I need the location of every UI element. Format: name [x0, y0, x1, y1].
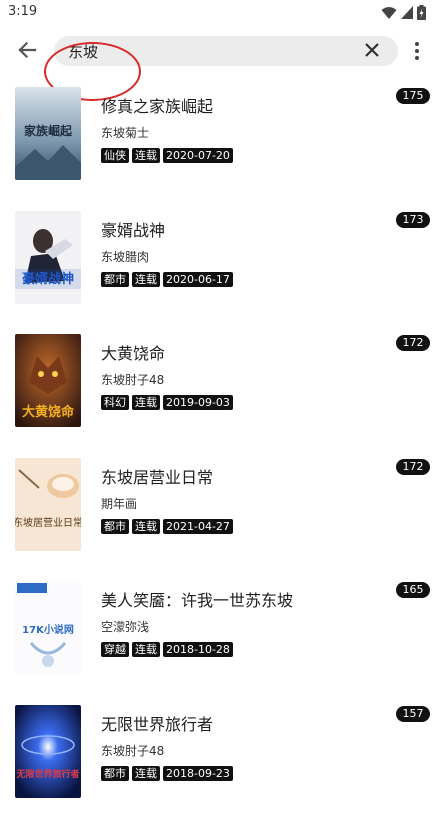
book-cover: 17K小说网 [15, 581, 81, 675]
genre-tag: 穿越 [101, 642, 129, 658]
book-tags: 科幻 连载 2019-09-03 [101, 395, 233, 411]
count-badge: 165 [396, 582, 430, 599]
more-vert-icon [415, 42, 419, 60]
book-title: 无限世界旅行者 [101, 714, 214, 734]
search-input[interactable] [68, 40, 348, 62]
count-badge: 172 [396, 458, 430, 475]
count-badge: 173 [396, 211, 430, 228]
search-bar [0, 26, 438, 101]
book-author: 东坡腊肉 [101, 249, 150, 264]
back-button[interactable] [12, 35, 42, 65]
status-tag: 连载 [132, 271, 160, 287]
genre-tag: 科幻 [101, 395, 129, 411]
date-tag: 2020-07-20 [163, 148, 233, 163]
book-cover: 家族崛起 [15, 87, 81, 180]
book-author: 空濛弥浅 [101, 620, 150, 635]
book-tags: 穿越 连载 2018-10-28 [101, 642, 233, 658]
book-title: 美人笑靥：许我一世苏东坡 [101, 591, 294, 611]
book-author: 东坡肘子48 [101, 373, 165, 388]
book-title: 东坡居营业日常 [101, 467, 214, 487]
result-item[interactable]: 东坡居营业日常 东坡居营业日常 期年画 都市 连载 2021-04-27 172 [0, 453, 438, 577]
book-cover-title: 豪婿战神 [22, 271, 74, 287]
count-badge: 172 [396, 335, 430, 352]
book-title: 修真之家族崛起 [101, 97, 214, 116]
book-author: 东坡肘子48 [101, 743, 165, 758]
book-tags: 仙侠 连载 2020-07-20 [101, 148, 233, 163]
wifi-icon [381, 6, 397, 19]
book-cover-title: 17K小说网 [22, 623, 74, 636]
overflow-menu-button[interactable] [408, 38, 426, 64]
status-icons [381, 5, 426, 20]
result-item[interactable]: 无限世界旅行者 无限世界旅行者 东坡肘子48 都市 连载 2018-09-23 … [0, 700, 438, 824]
book-cover-title: 大黄饶命 [22, 404, 75, 420]
genre-tag: 仙侠 [101, 148, 129, 163]
result-item[interactable]: 大黄饶命 大黄饶命 东坡肘子48 科幻 连载 2019-09-03 172 [0, 329, 438, 453]
status-tag: 连载 [132, 148, 160, 163]
close-icon [365, 43, 379, 57]
result-item[interactable]: 家族崛起 修真之家族崛起 东坡菊士 仙侠 连载 2020-07-20 175 [0, 82, 438, 206]
genre-tag: 都市 [101, 518, 129, 534]
genre-tag: 都市 [101, 271, 129, 287]
book-author: 期年画 [101, 496, 138, 511]
status-tag: 连载 [132, 642, 160, 658]
date-tag: 2018-10-28 [163, 642, 233, 658]
status-tag: 连载 [132, 395, 160, 411]
book-tags: 都市 连载 2021-04-27 [101, 518, 233, 534]
battery-charging-icon [417, 5, 426, 20]
date-tag: 2021-04-27 [163, 518, 233, 534]
cell-signal-icon [401, 6, 413, 19]
book-cover: 大黄饶命 [15, 334, 81, 428]
book-cover-title: 家族崛起 [24, 123, 73, 138]
book-cover-title: 东坡居营业日常 [15, 516, 81, 529]
book-title: 豪婿战神 [101, 220, 166, 240]
book-cover: 无限世界旅行者 [15, 704, 81, 798]
book-cover: 豪婿战神 [15, 210, 81, 304]
result-item[interactable]: 豪婿战神 豪婿战神 东坡腊肉 都市 连载 2020-06-17 173 [0, 206, 438, 330]
date-tag: 2020-06-17 [163, 271, 233, 287]
count-badge: 175 [396, 88, 430, 104]
count-badge: 157 [396, 705, 430, 722]
status-tag: 连载 [132, 518, 160, 534]
result-item[interactable]: 17K小说网 美人笑靥：许我一世苏东坡 空濛弥浅 穿越 连载 2018-10-2… [0, 576, 438, 700]
book-cover: 东坡居营业日常 [15, 457, 81, 551]
book-title: 大黄饶命 [101, 344, 166, 364]
status-time: 3:19 [8, 4, 38, 19]
result-list: 家族崛起 修真之家族崛起 东坡菊士 仙侠 连载 2020-07-20 175 豪… [0, 82, 438, 824]
book-tags: 都市 连载 2020-06-17 [101, 271, 233, 287]
arrow-left-icon [18, 41, 37, 59]
date-tag: 2019-09-03 [163, 395, 233, 411]
book-author: 东坡菊士 [101, 126, 150, 140]
status-bar: 3:19 [0, 0, 438, 26]
clear-search-button[interactable] [362, 40, 382, 60]
book-cover-title: 无限世界旅行者 [15, 768, 79, 780]
search-field [54, 36, 398, 66]
